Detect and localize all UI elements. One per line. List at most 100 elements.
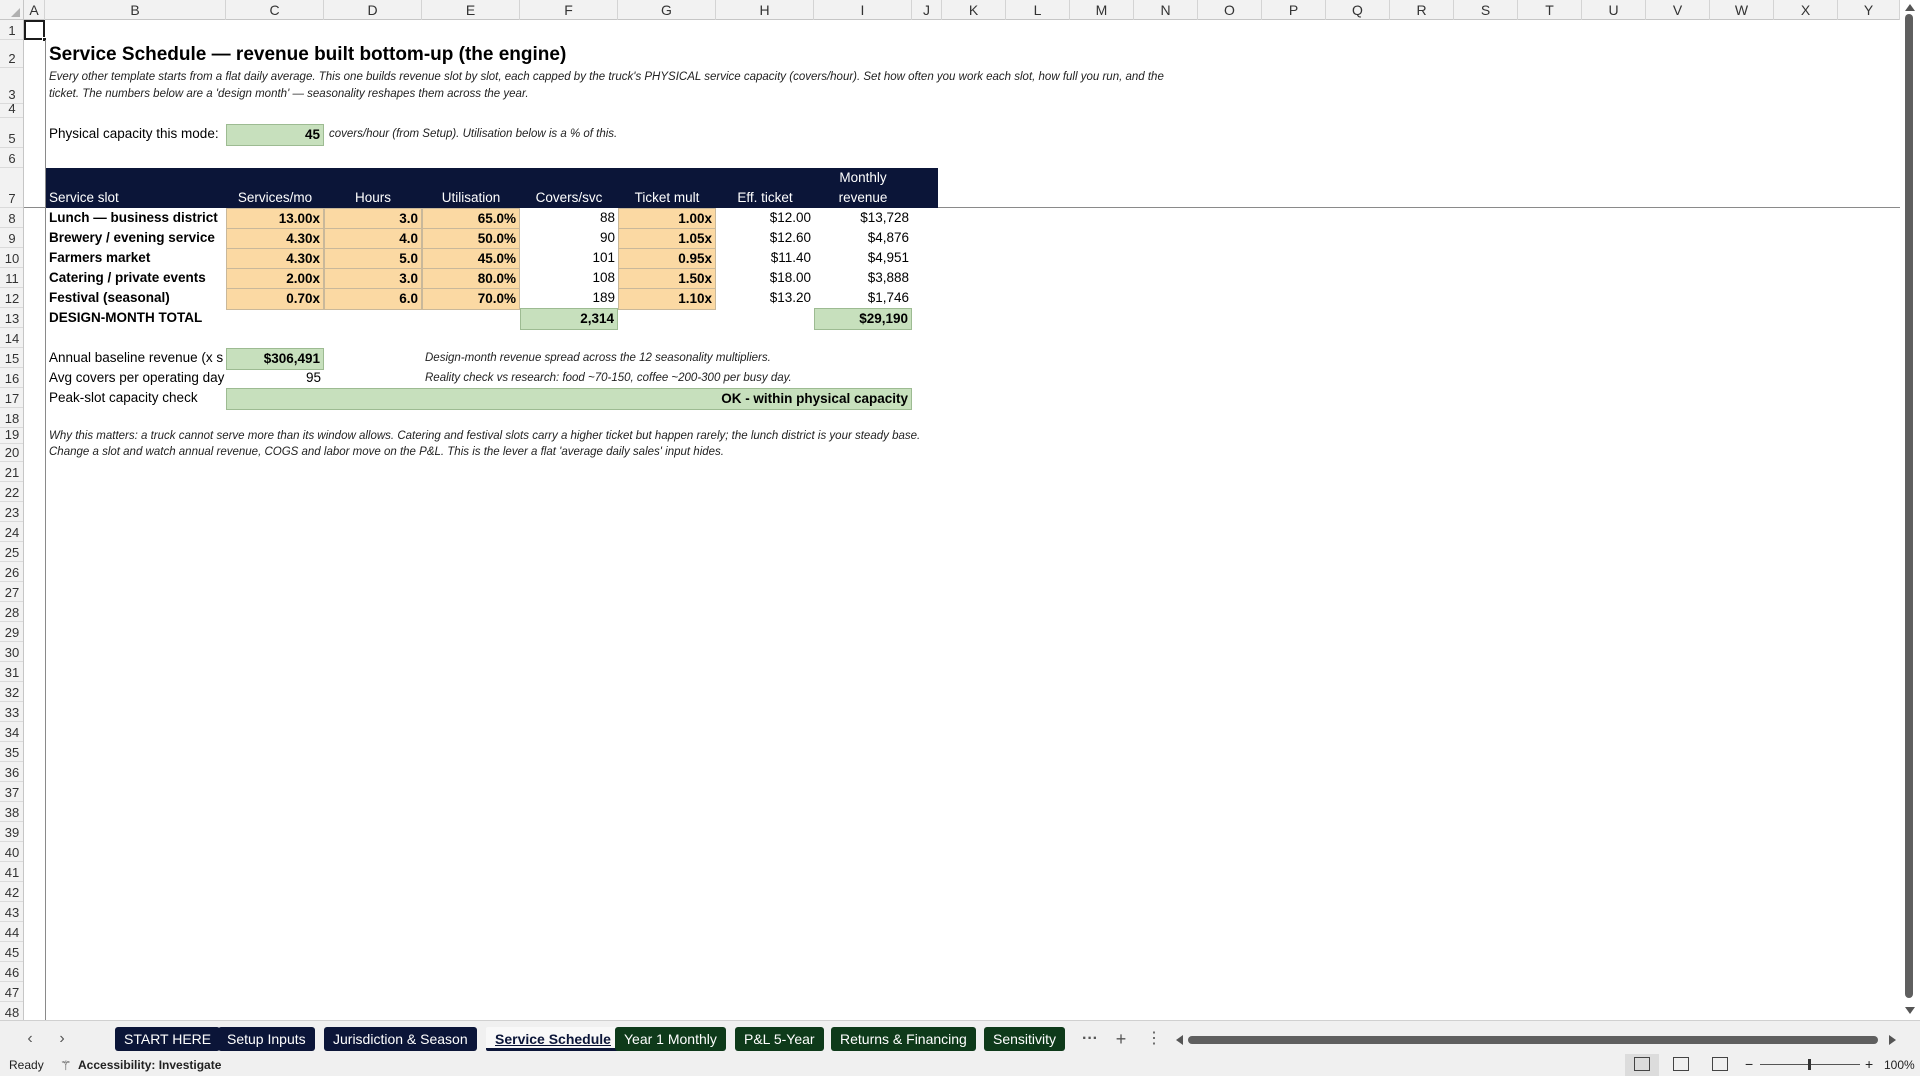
zoom-in-icon[interactable]: + <box>1865 1056 1873 1072</box>
next-sheet-icon[interactable]: › <box>52 1027 72 1051</box>
row-header[interactable]: 31 <box>0 662 23 682</box>
col-header-j[interactable]: J <box>912 0 942 20</box>
tab-jurisdiction-season[interactable]: Jurisdiction & Season <box>324 1027 477 1051</box>
sheet-grid[interactable]: Service Schedule — revenue built bottom-… <box>24 20 1900 1020</box>
slot-ticket-mult-input[interactable]: 0.95x <box>618 248 716 270</box>
scroll-up-arrow[interactable] <box>1905 4 1915 11</box>
row-header[interactable]: 4 <box>0 101 23 118</box>
row-header[interactable]: 40 <box>0 842 23 862</box>
row-header[interactable]: 20 <box>0 444 23 462</box>
slot-services-input[interactable]: 4.30x <box>226 248 324 270</box>
row-header[interactable]: 33 <box>0 702 23 722</box>
row-header[interactable]: 46 <box>0 962 23 982</box>
col-header-c[interactable]: C <box>226 0 324 20</box>
more-sheets-icon[interactable]: ··· <box>1080 1027 1100 1051</box>
scroll-right-arrow[interactable] <box>1889 1035 1896 1045</box>
col-header-x[interactable]: X <box>1774 0 1838 20</box>
row-header[interactable]: 42 <box>0 882 23 902</box>
row-header[interactable]: 28 <box>0 602 23 622</box>
horizontal-scrollbar[interactable] <box>1176 1035 1896 1045</box>
row-header[interactable]: 26 <box>0 562 23 582</box>
col-header-y[interactable]: Y <box>1838 0 1900 20</box>
page-break-view-icon[interactable] <box>1712 1057 1728 1071</box>
add-sheet-icon[interactable]: + <box>1111 1027 1131 1051</box>
slot-utilisation-input[interactable]: 70.0% <box>422 288 520 310</box>
capacity-input[interactable]: 45 <box>226 124 324 146</box>
row-header[interactable]: 1 <box>0 20 23 40</box>
slot-ticket-mult-input[interactable]: 1.10x <box>618 288 716 310</box>
slot-hours-input[interactable]: 3.0 <box>324 208 422 230</box>
row-header[interactable]: 43 <box>0 902 23 922</box>
slot-services-input[interactable]: 2.00x <box>226 268 324 290</box>
scroll-left-arrow[interactable] <box>1176 1035 1183 1045</box>
col-header-i[interactable]: I <box>814 0 912 20</box>
col-header-v[interactable]: V <box>1646 0 1710 20</box>
row-header[interactable]: 35 <box>0 742 23 762</box>
col-header-w[interactable]: W <box>1710 0 1774 20</box>
row-header[interactable]: 32 <box>0 682 23 702</box>
row-header[interactable]: 24 <box>0 522 23 542</box>
row-header[interactable]: 7 <box>0 168 23 208</box>
row-header[interactable]: 16 <box>0 368 23 388</box>
row-header[interactable]: 12 <box>0 288 23 308</box>
vertical-scrollbar[interactable] <box>1900 0 1920 1020</box>
zoom-out-icon[interactable]: − <box>1745 1056 1753 1072</box>
tab-setup-inputs[interactable]: Setup Inputs <box>218 1027 315 1051</box>
col-header-p[interactable]: P <box>1262 0 1326 20</box>
row-header[interactable]: 22 <box>0 482 23 502</box>
sheet-options-icon[interactable]: ⋮ <box>1144 1027 1164 1051</box>
col-header-o[interactable]: O <box>1198 0 1262 20</box>
col-header-h[interactable]: H <box>716 0 814 20</box>
col-header-b[interactable]: B <box>45 0 226 20</box>
tab-year1-monthly[interactable]: Year 1 Monthly <box>615 1027 726 1051</box>
slot-hours-input[interactable]: 5.0 <box>324 248 422 270</box>
col-header-l[interactable]: L <box>1006 0 1070 20</box>
slot-utilisation-input[interactable]: 50.0% <box>422 228 520 250</box>
row-header[interactable]: 37 <box>0 782 23 802</box>
row-header[interactable]: 45 <box>0 942 23 962</box>
col-header-q[interactable]: Q <box>1326 0 1390 20</box>
row-header[interactable]: 14 <box>0 328 23 348</box>
col-header-d[interactable]: D <box>324 0 422 20</box>
horizontal-scroll-thumb[interactable] <box>1188 1036 1878 1044</box>
slot-ticket-mult-input[interactable]: 1.50x <box>618 268 716 290</box>
tab-service-schedule[interactable]: Service Schedule <box>486 1027 620 1051</box>
row-header[interactable]: 30 <box>0 642 23 662</box>
row-header[interactable]: 44 <box>0 922 23 942</box>
slot-ticket-mult-input[interactable]: 1.05x <box>618 228 716 250</box>
col-header-a[interactable]: A <box>24 0 45 20</box>
tab-sensitivity[interactable]: Sensitivity <box>984 1027 1066 1051</box>
slot-hours-input[interactable]: 4.0 <box>324 228 422 250</box>
slot-services-input[interactable]: 13.00x <box>226 208 324 230</box>
row-header[interactable]: 27 <box>0 582 23 602</box>
col-header-f[interactable]: F <box>520 0 618 20</box>
row-header[interactable]: 3 <box>0 68 23 104</box>
slot-utilisation-input[interactable]: 65.0% <box>422 208 520 230</box>
row-header[interactable]: 34 <box>0 722 23 742</box>
slot-hours-input[interactable]: 3.0 <box>324 268 422 290</box>
col-header-k[interactable]: K <box>942 0 1006 20</box>
col-header-g[interactable]: G <box>618 0 716 20</box>
row-header[interactable]: 17 <box>0 388 23 408</box>
tab-start-here[interactable]: START HERE <box>115 1027 221 1051</box>
accessibility-icon[interactable]: ⚚ <box>60 1058 72 1074</box>
row-header[interactable]: 19 <box>0 427 23 444</box>
prev-sheet-icon[interactable]: ‹ <box>20 1027 40 1051</box>
select-all-corner[interactable] <box>0 0 24 20</box>
row-header[interactable]: 23 <box>0 502 23 522</box>
tab-pl-5year[interactable]: P&L 5-Year <box>735 1027 824 1051</box>
page-layout-view-icon[interactable] <box>1673 1057 1689 1071</box>
normal-view-icon[interactable] <box>1634 1057 1650 1071</box>
slot-services-input[interactable]: 0.70x <box>226 288 324 310</box>
row-header[interactable]: 2 <box>0 40 23 68</box>
row-header[interactable]: 29 <box>0 622 23 642</box>
row-header[interactable]: 6 <box>0 148 23 168</box>
row-header[interactable]: 21 <box>0 462 23 482</box>
col-header-t[interactable]: T <box>1518 0 1582 20</box>
row-header[interactable]: 47 <box>0 982 23 1002</box>
col-header-e[interactable]: E <box>422 0 520 20</box>
row-header[interactable]: 36 <box>0 762 23 782</box>
col-header-n[interactable]: N <box>1134 0 1198 20</box>
row-header[interactable]: 39 <box>0 822 23 842</box>
row-header[interactable]: 18 <box>0 408 23 428</box>
